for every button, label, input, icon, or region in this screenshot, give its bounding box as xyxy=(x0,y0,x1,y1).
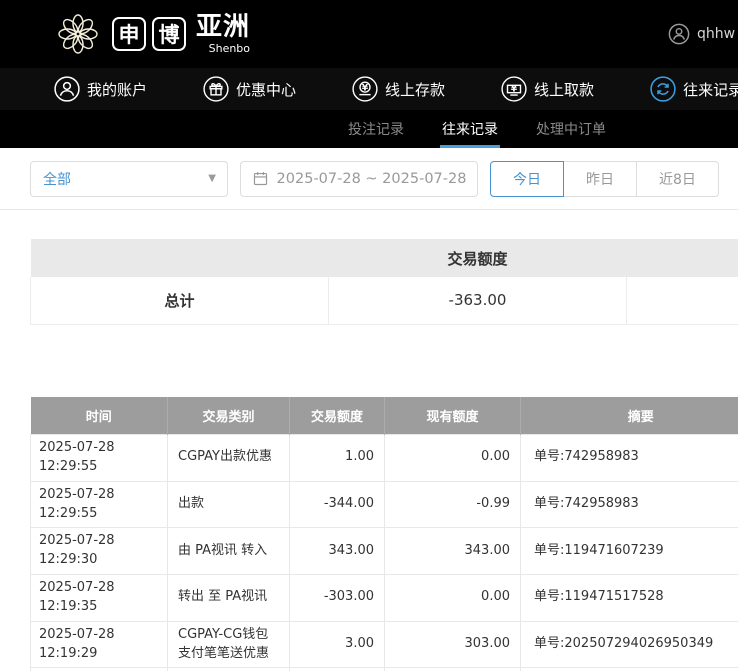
brand-char-bo: 博 xyxy=(152,17,186,51)
cell-balance: 303.00 xyxy=(385,621,521,668)
nav-item-withdraw[interactable]: ¥ 线上取款 xyxy=(501,76,594,102)
nav-item-label: 我的账户 xyxy=(87,79,147,100)
cell-balance: -0.99 xyxy=(385,481,521,528)
cell-balance: 0.00 xyxy=(385,435,521,482)
cell-balance: 0.00 xyxy=(385,575,521,622)
summary-total-amount: -363.00 xyxy=(329,277,627,324)
cell-type: 转出 至 PA视讯 xyxy=(168,575,290,622)
withdraw-icon: ¥ xyxy=(501,76,527,102)
lotus-flower-icon xyxy=(54,10,102,58)
cell-type: 出款 xyxy=(168,481,290,528)
nav-item-label: 往来记录 xyxy=(683,79,738,100)
cell-amount: 343.00 xyxy=(290,528,385,575)
cell-time: 2025-07-28 12:29:55 xyxy=(31,435,168,482)
tab-betting-records[interactable]: 投注记录 xyxy=(346,110,406,148)
summary-total-row: 总计 -363.00 xyxy=(31,277,738,324)
brand-char-shen: 申 xyxy=(112,17,146,51)
table-row: 2025-07-28 12:19:29CGPAY-CG钱包支付笔笔送优惠3.00… xyxy=(31,621,738,668)
column-header-0: 时间 xyxy=(31,397,168,435)
cell-summary: 单号:202507294026950349 xyxy=(521,621,738,668)
nav-item-records[interactable]: 往来记录 xyxy=(650,76,738,102)
cell-time: 2025-07-28 12:19:29 xyxy=(31,621,168,668)
summary-table: 交易额度 总计 -363.00 xyxy=(30,239,738,325)
cell-type: CGPAY出款优惠 xyxy=(168,435,290,482)
quick-range-last8days-button[interactable]: 近8日 xyxy=(636,161,719,197)
transactions-header-row: 时间交易类别交易额度现有额度摘要 xyxy=(31,397,738,435)
account-menu[interactable]: qhhw xyxy=(668,0,735,68)
transactions-table: 时间交易类别交易额度现有额度摘要 2025-07-28 12:29:55CGPA… xyxy=(30,397,738,671)
tab-transaction-records[interactable]: 往来记录 xyxy=(440,110,500,148)
cell-time: 2025-07-28 12:19:35 xyxy=(31,575,168,622)
sub-tab-bar: 投注记录 往来记录 处理中订单 xyxy=(0,110,738,148)
svg-text:¥: ¥ xyxy=(511,83,518,94)
top-brand-bar: 申 博 亚洲 Shenbo qhhw xyxy=(0,0,738,68)
brand-logo[interactable]: 申 博 亚洲 Shenbo xyxy=(54,10,250,58)
table-row: 2025-07-28 12:29:55出款-344.00-0.99单号:7429… xyxy=(31,481,738,528)
records-icon xyxy=(650,76,676,102)
cell-amount: 1.00 xyxy=(290,435,385,482)
cell-time: 2025-07-28 12:29:55 xyxy=(31,481,168,528)
column-header-2: 交易额度 xyxy=(290,397,385,435)
cell-type: CGPAY-CG钱包支付笔笔送优惠 xyxy=(168,621,290,668)
nav-item-label: 线上取款 xyxy=(534,79,594,100)
category-selected-value: 全部 xyxy=(43,169,71,189)
cell-summary: 单号:119471517528 xyxy=(521,575,738,622)
brand-region: 亚洲 Shenbo xyxy=(196,14,250,54)
main-nav: 我的账户 优惠中心 ¥ 线上存款 xyxy=(0,68,738,110)
filter-bar: 全部 ▼ 2025-07-28 ~ 2025-07-28 今日 昨日 近8日 xyxy=(0,148,738,210)
table-row: 2025-07-28 12:29:30由 PA视讯 转入343.00343.00… xyxy=(31,528,738,575)
cell-amount: 3.00 xyxy=(290,621,385,668)
calendar-icon xyxy=(252,170,269,187)
brand-subtitle: Shenbo xyxy=(209,43,250,54)
account-username: qhhw xyxy=(697,26,735,42)
nav-item-my-account[interactable]: 我的账户 xyxy=(54,76,147,102)
chevron-down-icon: ▼ xyxy=(208,173,216,184)
table-row: 2025-07-28 12:29:55CGPAY出款优惠1.000.00单号:7… xyxy=(31,435,738,482)
deposit-icon: ¥ xyxy=(352,76,378,102)
quick-range-group: 今日 昨日 近8日 xyxy=(490,161,719,197)
account-user-icon xyxy=(668,23,690,45)
summary-header-amount: 交易额度 xyxy=(329,239,627,277)
cell-summary: 单号:742958983 xyxy=(521,481,738,528)
summary-header-row: 交易额度 xyxy=(31,239,738,277)
tab-processing-orders[interactable]: 处理中订单 xyxy=(534,110,608,148)
category-select[interactable]: 全部 ▼ xyxy=(30,161,228,197)
transactions-tbody: 2025-07-28 12:29:55CGPAY出款优惠1.000.00单号:7… xyxy=(31,435,738,671)
nav-item-promotions[interactable]: 优惠中心 xyxy=(203,76,296,102)
user-icon xyxy=(54,76,80,102)
cell-type: 由 PA视讯 转入 xyxy=(168,528,290,575)
quick-range-yesterday-button[interactable]: 昨日 xyxy=(563,161,637,197)
cell-summary: 单号:119471607239 xyxy=(521,528,738,575)
summary-empty-cell xyxy=(627,277,738,324)
cell-balance: 343.00 xyxy=(385,528,521,575)
summary-header-empty xyxy=(31,239,329,277)
nav-item-deposit[interactable]: ¥ 线上存款 xyxy=(352,76,445,102)
summary-total-label: 总计 xyxy=(31,277,329,324)
brand-region-text: 亚洲 xyxy=(196,14,250,40)
cell-time: 2025-07-28 12:29:30 xyxy=(31,528,168,575)
summary-header-empty xyxy=(627,239,738,277)
cell-summary: 单号:742958983 xyxy=(521,435,738,482)
column-header-3: 现有额度 xyxy=(385,397,521,435)
quick-range-today-button[interactable]: 今日 xyxy=(490,161,564,197)
date-range-value: 2025-07-28 ~ 2025-07-28 xyxy=(277,171,467,187)
nav-item-label: 优惠中心 xyxy=(236,79,296,100)
cell-amount: -344.00 xyxy=(290,481,385,528)
gift-icon xyxy=(203,76,229,102)
svg-text:¥: ¥ xyxy=(362,83,369,94)
brand-name-boxes: 申 博 xyxy=(112,17,186,51)
column-header-4: 摘要 xyxy=(521,397,738,435)
sub-tabs: 投注记录 往来记录 处理中订单 xyxy=(216,110,738,148)
date-range-picker[interactable]: 2025-07-28 ~ 2025-07-28 xyxy=(240,161,478,197)
table-row: 2025-07-28 12:19:35转出 至 PA视讯-303.000.00单… xyxy=(31,575,738,622)
column-header-1: 交易类别 xyxy=(168,397,290,435)
nav-item-label: 线上存款 xyxy=(385,79,445,100)
cell-amount: -303.00 xyxy=(290,575,385,622)
